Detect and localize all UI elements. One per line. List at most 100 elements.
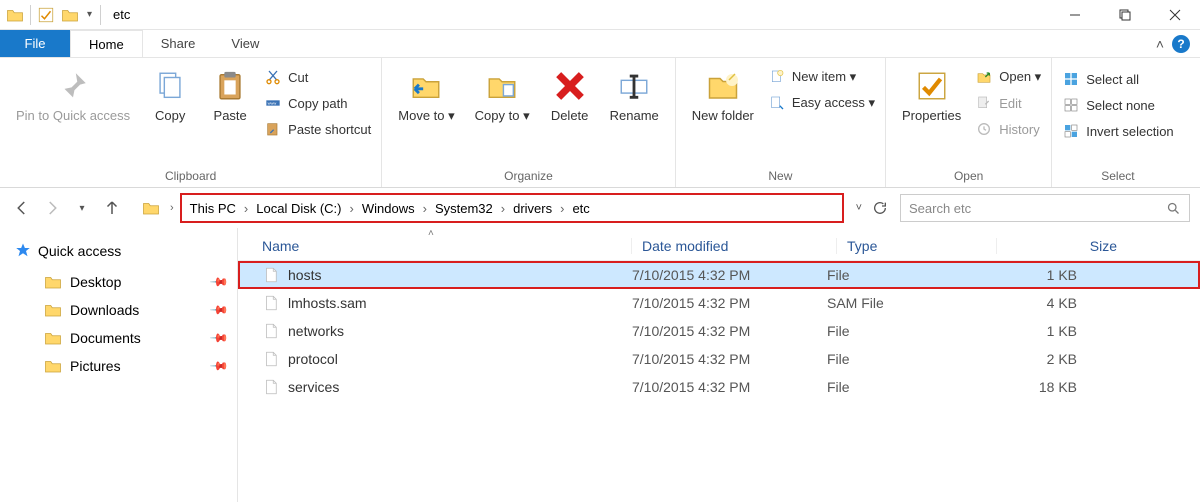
qat-dropdown-icon[interactable]: ▾ <box>85 9 94 20</box>
main-area: Quick access Desktop📌 Downloads 📌 Documents… <box>0 228 1200 502</box>
edit-button[interactable]: Edit <box>971 92 1045 114</box>
easy-access-icon <box>768 94 786 112</box>
chevron-right-icon[interactable]: › <box>558 201 566 216</box>
pin-icon: 📌 <box>209 272 229 292</box>
breadcrumb-segment[interactable]: etc <box>568 201 593 216</box>
copy-to-button[interactable]: Copy to ▾ <box>465 62 540 124</box>
sidebar-item[interactable]: Pictures📌 <box>0 352 237 380</box>
sidebar-item[interactable]: Desktop📌 <box>0 268 237 296</box>
sidebar-quick-access[interactable]: Quick access <box>0 238 237 268</box>
up-button[interactable] <box>100 196 124 220</box>
chevron-right-icon[interactable]: › <box>348 201 356 216</box>
easy-access-button[interactable]: Easy access ▾ <box>764 92 879 114</box>
paste-button[interactable]: Paste <box>200 62 260 124</box>
copy-path-button[interactable]: www Copy path <box>260 92 375 114</box>
tab-home[interactable]: Home <box>70 30 143 57</box>
file-row[interactable]: lmhosts.sam7/10/2015 4:32 PMSAM File4 KB <box>238 289 1200 317</box>
refresh-button[interactable] <box>872 200 888 216</box>
separator <box>100 5 101 25</box>
select-none-button[interactable]: Select none <box>1058 94 1177 116</box>
folder-icon[interactable] <box>61 6 79 24</box>
folder-icon <box>142 199 160 217</box>
ribbon: Pin to Quick access Copy Paste Cut www C… <box>0 58 1200 188</box>
close-button[interactable] <box>1150 0 1200 30</box>
breadcrumb-segment[interactable]: Local Disk (C:) <box>252 201 345 216</box>
folder-icon <box>44 273 62 291</box>
sidebar-item-label: Downloads <box>70 302 139 318</box>
delete-button[interactable]: Delete <box>540 62 600 124</box>
tab-share[interactable]: Share <box>143 30 214 57</box>
folder-icon <box>44 329 62 347</box>
chevron-right-icon[interactable]: › <box>421 201 429 216</box>
history-button[interactable]: History <box>971 118 1045 140</box>
pin-icon <box>56 66 90 106</box>
group-label: Clipboard <box>6 166 375 187</box>
chevron-right-icon[interactable]: › <box>499 201 507 216</box>
file-date: 7/10/2015 4:32 PM <box>632 267 827 283</box>
properties-icon <box>915 66 949 106</box>
breadcrumb-segment[interactable]: System32 <box>431 201 497 216</box>
rename-button[interactable]: Rename <box>600 62 669 124</box>
file-size: 1 KB <box>977 267 1087 283</box>
copy-button[interactable]: Copy <box>140 62 200 124</box>
sort-indicator-icon: ˄ <box>428 228 434 239</box>
file-date: 7/10/2015 4:32 PM <box>632 295 827 311</box>
chevron-right-icon[interactable]: › <box>242 201 250 216</box>
tab-view[interactable]: View <box>213 30 277 57</box>
back-button[interactable] <box>10 196 34 220</box>
navigation-pane: Quick access Desktop📌 Downloads 📌 Documents… <box>0 228 238 502</box>
file-size: 1 KB <box>977 323 1087 339</box>
breadcrumb-segment[interactable]: This PC <box>186 201 240 216</box>
file-row[interactable]: networks7/10/2015 4:32 PMFile1 KB <box>238 317 1200 345</box>
file-size: 18 KB <box>977 379 1087 395</box>
group-new: New folder New item ▾ Easy access ▾ New <box>676 58 886 187</box>
select-none-icon <box>1062 96 1080 114</box>
address-bar[interactable]: This PC›Local Disk (C:)›Windows›System32… <box>180 193 844 223</box>
pin-icon: 📌 <box>209 300 229 320</box>
copy-path-icon: www <box>264 94 282 112</box>
cut-button[interactable]: Cut <box>260 66 375 88</box>
new-folder-icon <box>705 66 741 106</box>
file-row[interactable]: protocol7/10/2015 4:32 PMFile2 KB <box>238 345 1200 373</box>
breadcrumb-segment[interactable]: Windows <box>358 201 419 216</box>
pin-to-quick-access-button[interactable]: Pin to Quick access <box>6 62 140 124</box>
new-folder-button[interactable]: New folder <box>682 62 764 124</box>
breadcrumb-segment[interactable]: drivers <box>509 201 556 216</box>
column-date[interactable]: Date modified <box>642 238 837 254</box>
search-placeholder: Search etc <box>909 201 971 216</box>
tab-file[interactable]: File <box>0 30 70 57</box>
column-size[interactable]: Size <box>1007 238 1117 254</box>
chevron-right-icon[interactable]: › <box>170 202 174 214</box>
folder-icon <box>44 357 62 375</box>
maximize-button[interactable] <box>1100 0 1150 30</box>
new-item-button[interactable]: New item ▾ <box>764 66 879 88</box>
properties-button[interactable]: Properties <box>892 62 971 124</box>
navigation-row: ▾ › This PC›Local Disk (C:)›Windows›Syst… <box>0 188 1200 228</box>
file-name: networks <box>288 323 632 339</box>
open-button[interactable]: Open ▾ <box>971 66 1045 88</box>
group-label: Open <box>892 166 1045 187</box>
file-row[interactable]: hosts7/10/2015 4:32 PMFile1 KB <box>238 261 1200 289</box>
address-dropdown-icon[interactable]: ˅ <box>856 202 862 214</box>
search-input[interactable]: Search etc <box>900 194 1190 222</box>
forward-button[interactable] <box>40 196 64 220</box>
recent-locations-button[interactable]: ▾ <box>70 196 94 220</box>
minimize-button[interactable] <box>1050 0 1100 30</box>
help-icon[interactable]: ? <box>1172 35 1190 53</box>
move-to-button[interactable]: Move to ▾ <box>388 62 464 124</box>
sidebar-item[interactable]: Documents📌 <box>0 324 237 352</box>
group-label: New <box>682 166 879 187</box>
properties-qat-icon[interactable] <box>37 6 55 24</box>
sidebar-item[interactable]: Downloads 📌 <box>0 296 237 324</box>
edit-icon <box>975 94 993 112</box>
sidebar-item-label: Documents <box>70 330 141 346</box>
column-type[interactable]: Type <box>847 238 997 254</box>
column-name[interactable]: Name <box>262 238 632 254</box>
file-type: File <box>827 351 977 367</box>
select-all-button[interactable]: Select all <box>1058 68 1177 90</box>
invert-selection-button[interactable]: Invert selection <box>1058 120 1177 142</box>
file-row[interactable]: services7/10/2015 4:32 PMFile18 KB <box>238 373 1200 401</box>
collapse-ribbon-icon[interactable]: ˄ <box>1156 36 1164 52</box>
paste-shortcut-button[interactable]: Paste shortcut <box>260 118 375 140</box>
column-headers[interactable]: ˄ Name Date modified Type Size <box>238 234 1200 261</box>
